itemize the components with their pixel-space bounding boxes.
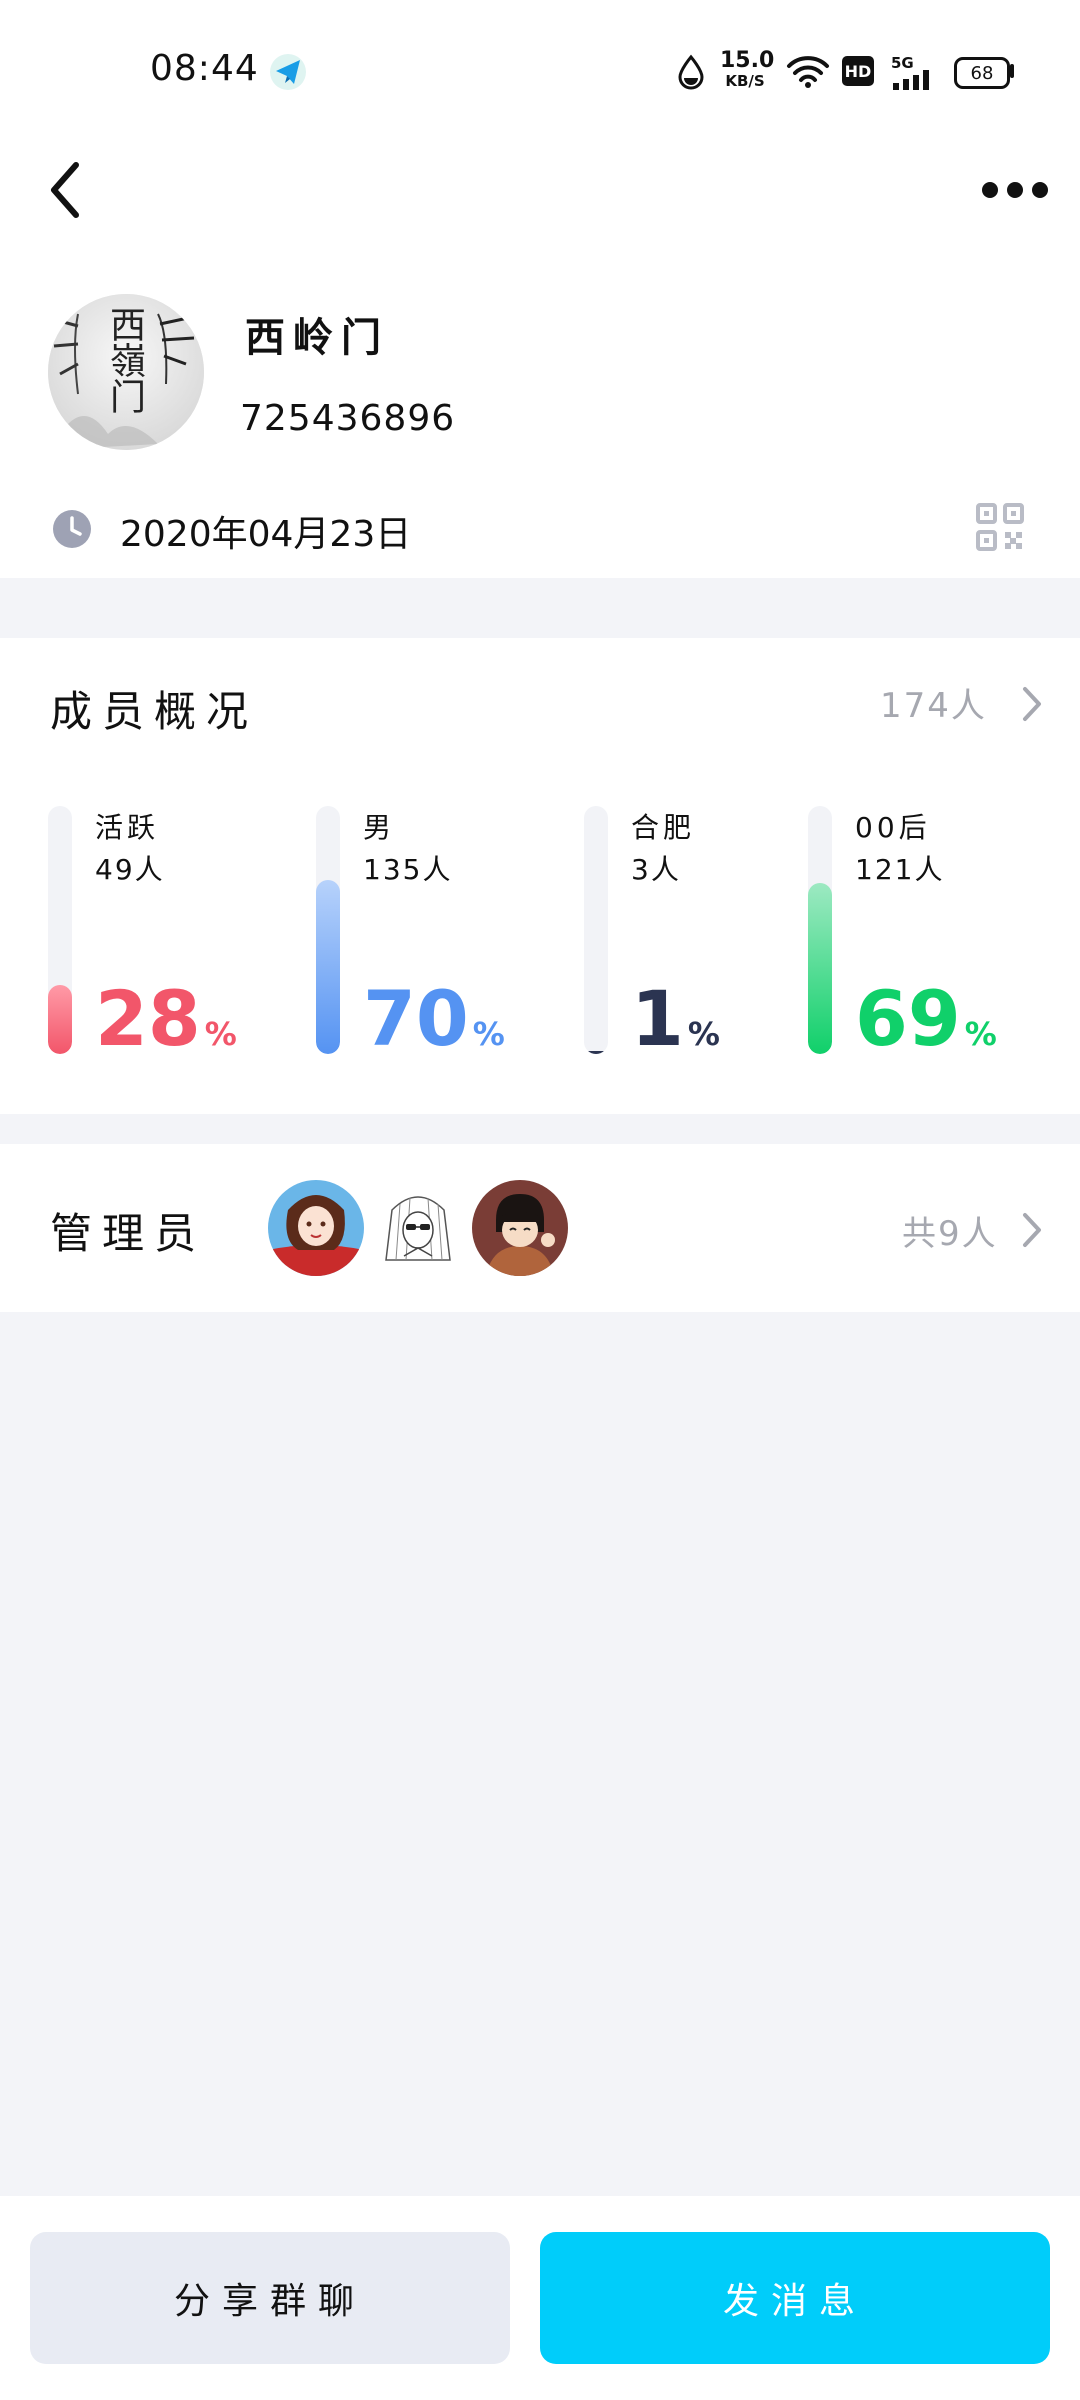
status-time: 08:44 — [150, 48, 259, 89]
clock-icon — [53, 510, 91, 548]
stat-percent-value: 70 — [363, 974, 469, 1063]
stat-percent-unit: % — [687, 1015, 720, 1053]
more-dots-icon[interactable] — [980, 170, 1050, 210]
send-message-button[interactable]: 发消息 — [540, 2232, 1050, 2364]
stat-column: 男 135人 70% — [316, 806, 556, 1057]
stat-fill-bar — [48, 985, 72, 1054]
telegram-icon — [270, 54, 306, 90]
chevron-right-icon[interactable] — [1020, 1210, 1044, 1250]
sketch-girl-avatar — [370, 1180, 466, 1276]
stat-percent-value: 28 — [95, 974, 201, 1063]
stat-percent-unit: % — [204, 1015, 237, 1053]
group-name: 西岭门 — [245, 315, 389, 361]
wifi-icon — [787, 56, 829, 88]
member-total[interactable]: 174人 — [880, 678, 987, 727]
chevron-left-icon[interactable] — [40, 155, 90, 225]
admin-avatar-1[interactable] — [268, 1180, 364, 1276]
anime-girl-avatar — [268, 1180, 364, 1276]
admin-total[interactable]: 共9人 — [902, 1206, 998, 1255]
stat-label: 00后 — [855, 811, 931, 844]
qr-code-icon[interactable] — [975, 502, 1025, 552]
stat-percent-value: 1 — [631, 974, 684, 1063]
stat-count: 135人 — [363, 853, 453, 886]
stat-count: 121人 — [855, 853, 945, 886]
stat-column: 00后 121人 69% — [808, 806, 1048, 1057]
net-speed-unit: KB/S — [725, 72, 765, 90]
stat-percent: 1% — [631, 981, 720, 1072]
drop-icon — [678, 54, 704, 90]
hd-icon: HD — [842, 56, 874, 86]
stat-count: 3人 — [631, 853, 681, 886]
chevron-right-icon[interactable] — [1020, 684, 1044, 724]
group-avatar[interactable]: 西嶺门 — [48, 294, 204, 450]
net-speed-value: 15.0 — [720, 48, 775, 73]
cartoon-boy-avatar — [472, 1180, 568, 1276]
stat-column: 合肥 3人 1% — [584, 806, 824, 1057]
stat-count: 49人 — [95, 853, 165, 886]
avatar-calligraphy: 西嶺门 — [104, 306, 145, 414]
created-date: 2020年04月23日 — [120, 514, 412, 555]
overview-title: 成员概况 — [50, 687, 259, 736]
stat-fill-bar — [584, 1051, 608, 1054]
stat-fill-bar — [316, 880, 340, 1054]
stat-track — [808, 806, 832, 1054]
stat-percent: 70% — [363, 981, 505, 1072]
admin-avatar-2[interactable] — [370, 1180, 466, 1276]
battery-tip — [1010, 64, 1014, 78]
stat-label: 活跃 — [95, 811, 160, 844]
stat-track — [316, 806, 340, 1054]
stat-track — [48, 806, 72, 1054]
stat-fill-bar — [808, 883, 832, 1054]
stat-track — [584, 806, 608, 1054]
stat-percent: 28% — [95, 981, 237, 1072]
stat-label: 合肥 — [631, 811, 696, 844]
battery-icon: 68 — [954, 57, 1010, 89]
stat-label: 男 — [363, 811, 396, 844]
stat-percent-unit: % — [472, 1015, 505, 1053]
share-group-button[interactable]: 分享群聊 — [30, 2232, 510, 2364]
stat-percent: 69% — [855, 981, 997, 1072]
signal-icon — [893, 70, 929, 90]
stat-percent-value: 69 — [855, 974, 961, 1063]
admin-title: 管理员 — [50, 1209, 207, 1258]
stat-column: 活跃 49人 28% — [48, 806, 288, 1057]
group-id: 725436896 — [240, 398, 456, 439]
stat-percent-unit: % — [964, 1015, 997, 1053]
admin-avatar-3[interactable] — [472, 1180, 568, 1276]
